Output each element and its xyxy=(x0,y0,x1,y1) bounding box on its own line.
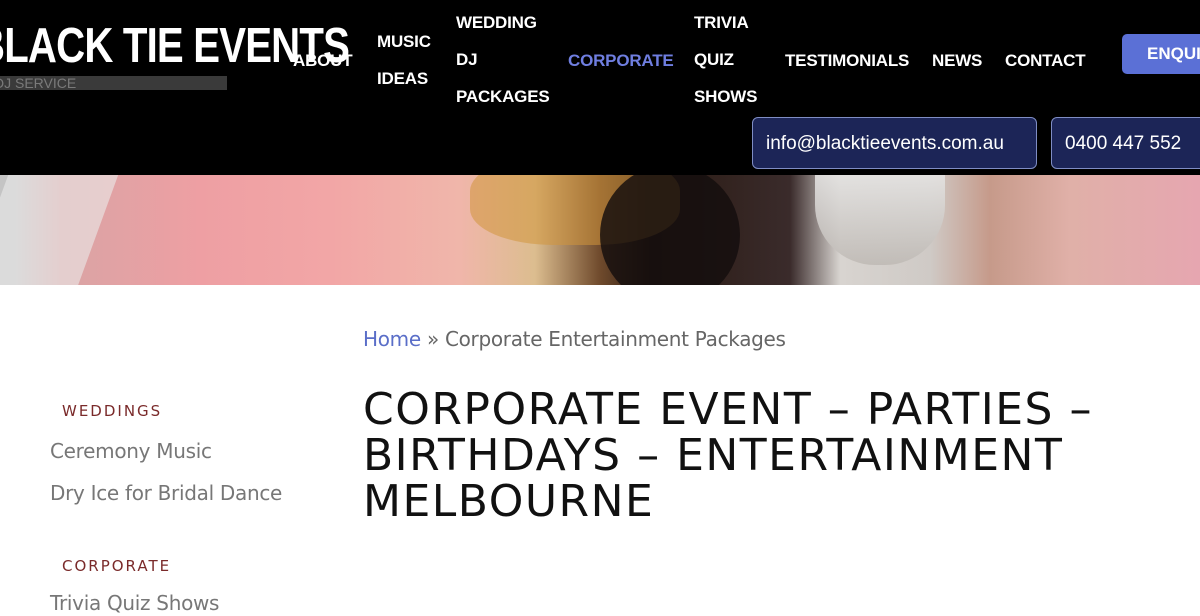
nav-news[interactable]: NEWS xyxy=(932,42,982,79)
sidebar-item-dry-ice[interactable]: Dry Ice for Bridal Dance xyxy=(50,480,282,506)
email-button[interactable]: info@blacktieevents.com.au xyxy=(752,117,1037,169)
nav-testimonials-label: TESTIMONIALS xyxy=(785,51,910,70)
breadcrumb-separator: » xyxy=(426,327,439,351)
nav-trivia-quiz-shows[interactable]: TRIVIA QUIZ SHOWS xyxy=(694,4,757,115)
nav-corporate-label: CORPORATE xyxy=(568,51,674,70)
nav-about-label: ABOUT xyxy=(293,51,353,70)
logo-subtitle: DJ SERVICE xyxy=(0,75,77,91)
nav-about[interactable]: ABOUT xyxy=(293,42,353,79)
nav-wedding-line-2: DJ xyxy=(456,50,478,69)
nav-contact-label: CONTACT xyxy=(1005,51,1086,70)
breadcrumb-current: Corporate Entertainment Packages xyxy=(444,327,786,351)
nav-wedding-line-1: WEDDING xyxy=(456,13,537,32)
sidebar-item-trivia-quiz-shows[interactable]: Trivia Quiz Shows xyxy=(50,590,219,616)
hero-champagne-glass xyxy=(815,175,945,265)
nav-music-ideas[interactable]: MUSIC IDEAS xyxy=(377,23,431,97)
hero-banner-image xyxy=(0,175,1200,285)
phone-button[interactable]: 0400 447 552 xyxy=(1051,117,1200,169)
sidebar-item-ceremony-music[interactable]: Ceremony Music xyxy=(50,438,212,464)
sidebar-heading-weddings: WEDDINGS xyxy=(62,402,163,420)
nav-music-ideas-line-2: IDEAS xyxy=(377,69,428,88)
hero-dark-sleeve xyxy=(600,175,740,285)
breadcrumb: Home » Corporate Entertainment Packages xyxy=(363,326,786,352)
nav-trivia-line-1: TRIVIA xyxy=(694,13,749,32)
nav-wedding-line-3: PACKAGES xyxy=(456,87,550,106)
logo-subtitle-bar: DJ SERVICE xyxy=(0,75,227,91)
hero-napkin-shape xyxy=(0,175,130,285)
nav-news-label: NEWS xyxy=(932,51,983,70)
nav-wedding-dj-packages[interactable]: WEDDING DJ PACKAGES xyxy=(456,4,550,115)
nav-trivia-line-3: SHOWS xyxy=(694,87,758,106)
nav-corporate[interactable]: CORPORATE xyxy=(568,42,674,79)
nav-trivia-line-2: QUIZ xyxy=(694,50,734,69)
site-logo[interactable]: BLACK TIE EVENTS DJ SERVICE xyxy=(0,18,431,91)
site-header: BLACK TIE EVENTS DJ SERVICE ABOUT MUSIC … xyxy=(0,0,1200,175)
nav-testimonials[interactable]: TESTIMONIALS xyxy=(785,42,909,79)
nav-contact[interactable]: CONTACT xyxy=(1005,42,1086,79)
page-title: CORPORATE EVENT – PARTIES – BIRTHDAYS – … xyxy=(363,384,1093,527)
enquire-button[interactable]: ENQUIRE xyxy=(1122,34,1200,74)
nav-music-ideas-line-1: MUSIC xyxy=(377,32,431,51)
sidebar-heading-corporate: CORPORATE xyxy=(62,557,172,575)
breadcrumb-home-link[interactable]: Home xyxy=(363,327,421,351)
